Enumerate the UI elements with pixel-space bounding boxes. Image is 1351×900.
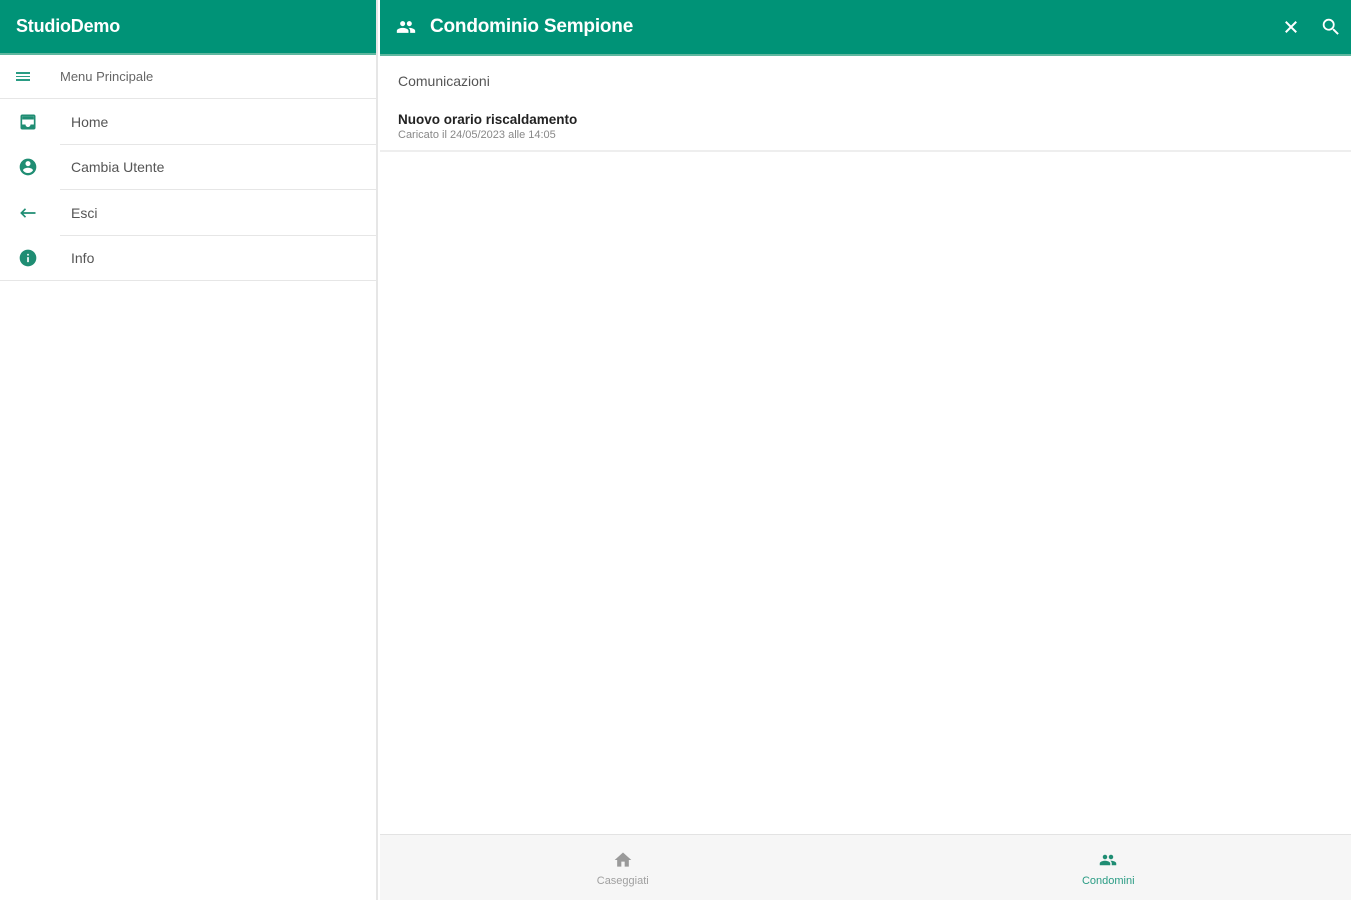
main-panel: Condominio Sempione Comunicazioni Nuovo …: [380, 0, 1351, 900]
search-icon: [1322, 18, 1339, 35]
account-circle-icon: [18, 157, 38, 177]
sidebar-item-label: Info: [71, 250, 95, 267]
tab-condomini[interactable]: Condomini: [866, 835, 1351, 900]
people-icon: [1097, 849, 1119, 871]
tab-label: Caseggiati: [596, 874, 649, 887]
info-icon: [18, 248, 38, 268]
sidebar-item-label: Esci: [71, 204, 98, 221]
list-item[interactable]: Nuovo orario riscaldamento Caricato il 2…: [380, 106, 1351, 152]
top-app-bar: Condominio Sempione: [380, 0, 1351, 56]
sidebar-item-cambia-utente[interactable]: Cambia Utente: [0, 145, 376, 191]
sidebar-item-esci[interactable]: Esci: [0, 190, 376, 236]
sidebar-item-label: Home: [71, 113, 109, 130]
section-title: Comunicazioni: [398, 73, 490, 89]
home-icon: [613, 849, 633, 871]
sidebar: StudioDemo Menu Principale Home Cambia U…: [0, 0, 378, 900]
people-icon: [394, 17, 418, 37]
sidebar-item-label: Cambia Utente: [71, 159, 165, 176]
search-button[interactable]: [1311, 7, 1351, 47]
app-title: StudioDemo: [16, 16, 120, 36]
bottom-navigation: Caseggiati Condomini: [380, 834, 1351, 900]
sidebar-header: StudioDemo: [0, 0, 376, 55]
close-button[interactable]: [1271, 7, 1311, 47]
communication-subtitle: Caricato il 24/05/2023 alle 14:05: [398, 129, 556, 141]
inbox-icon: [18, 112, 38, 132]
page-title: Condominio Sempione: [430, 16, 634, 37]
tab-caseggiati[interactable]: Caseggiati: [380, 835, 866, 900]
menu-icon: [16, 72, 30, 81]
close-icon: [1285, 21, 1297, 33]
sidebar-item-info[interactable]: Info: [0, 236, 376, 282]
arrow-back-icon: [18, 203, 38, 223]
communication-title: Nuovo orario riscaldamento: [398, 112, 578, 127]
tab-label: Condomini: [1081, 874, 1135, 887]
menu-heading-label: Menu Principale: [60, 69, 154, 84]
menu-heading: Menu Principale: [0, 55, 376, 99]
sidebar-item-home[interactable]: Home: [0, 99, 376, 145]
